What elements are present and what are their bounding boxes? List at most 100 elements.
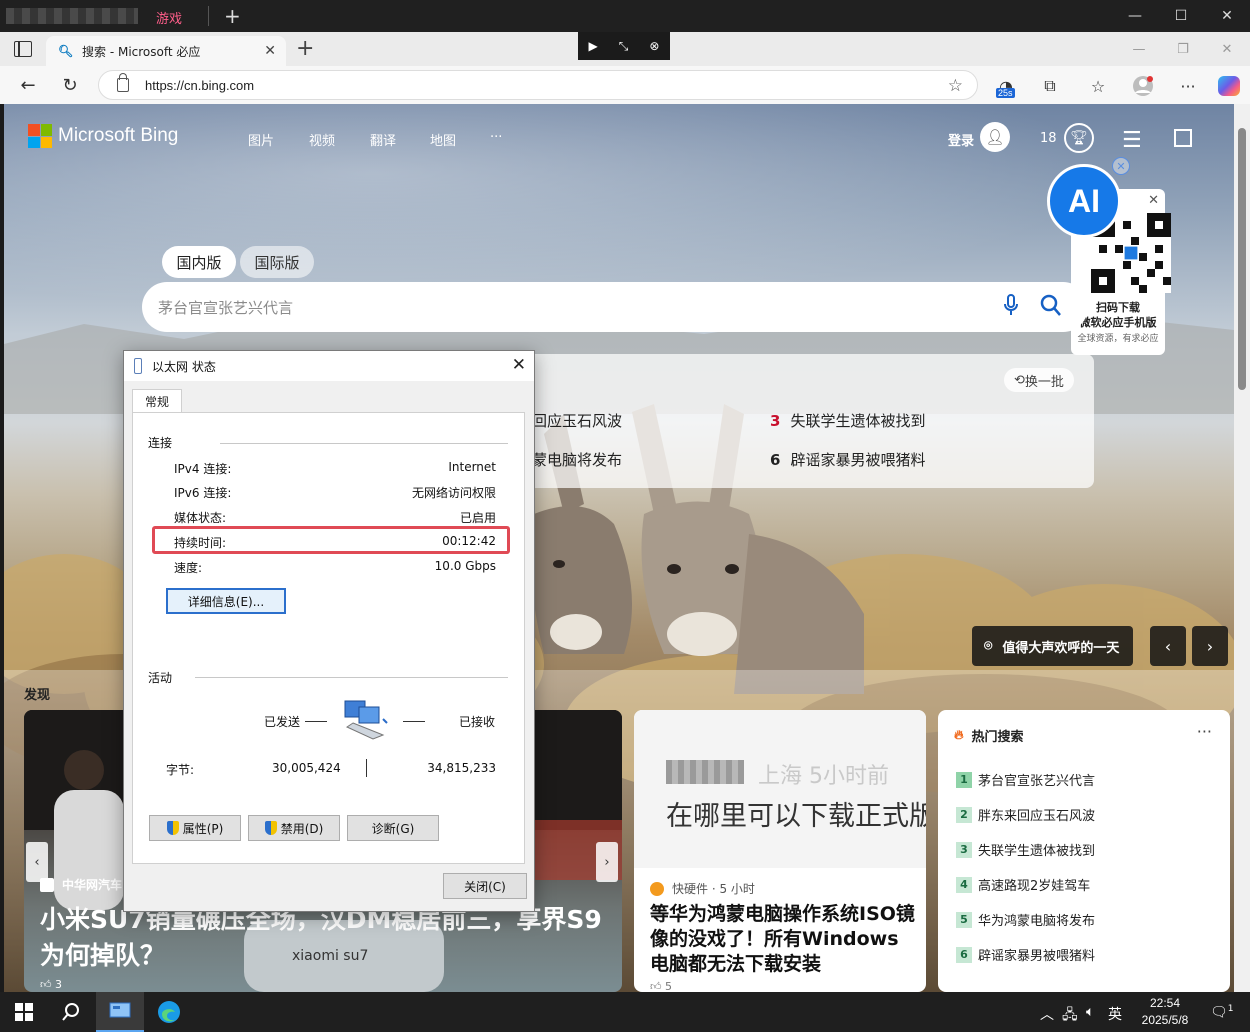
nav-more[interactable]: ···	[490, 130, 502, 145]
microphone-icon[interactable]	[1004, 294, 1018, 316]
copilot-icon[interactable]	[1218, 76, 1240, 96]
disable-button[interactable]: 禁用(D)	[248, 815, 340, 841]
close-card-icon[interactable]: ✕	[1148, 193, 1159, 208]
uac-shield-icon	[264, 821, 277, 835]
restore-icon[interactable]: ⤡	[619, 39, 629, 54]
new-tab-button[interactable]: +	[296, 36, 314, 61]
previous-image-button[interactable]: ‹	[1150, 626, 1186, 666]
network-settings-taskbar-icon[interactable]	[96, 992, 144, 1032]
close-circle-icon[interactable]: ⊗	[649, 39, 659, 53]
refresh-icon[interactable]: ↻	[56, 72, 84, 98]
network-tray-icon[interactable]: 🖧︎	[1062, 1004, 1078, 1028]
hot-search-item[interactable]: 6 辟谣家暴男被喂猪料	[956, 945, 1095, 964]
tab-general[interactable]: 常规	[132, 389, 182, 413]
rewards-count[interactable]: 18	[1040, 131, 1057, 146]
tab-title: 搜索 - Microsoft 必应	[82, 44, 201, 59]
ethernet-status-dialog: 以太网 状态 ✕ 常规 连接 IPv4 连接: Internet IPv6 连接…	[123, 350, 535, 912]
nav-translate[interactable]: 翻译	[370, 130, 396, 149]
remote-control-bar: ▶ ⤡ ⊗	[578, 32, 670, 60]
game-tab[interactable]: 游戏	[156, 8, 182, 27]
hamburger-menu-icon[interactable]: ☰	[1122, 128, 1142, 153]
close-window-button[interactable]: ✕	[1204, 0, 1250, 32]
nav-maps[interactable]: 地图	[430, 130, 456, 149]
qr-line3: 全球资源，有求必应	[1077, 334, 1159, 344]
hot-search-item[interactable]: 3 失联学生遗体被找到	[956, 840, 1095, 859]
show-hidden-icons-chevron-icon[interactable]: ︿	[1040, 1004, 1054, 1024]
received-label: 已接收	[459, 715, 496, 729]
close-button[interactable]: 关闭(C)	[443, 873, 527, 899]
details-button[interactable]: 详细信息(E)...	[166, 588, 286, 614]
user-avatar-icon[interactable]: 👤︎	[980, 122, 1010, 152]
bing-search-favicon-icon: 🔍︎	[58, 44, 74, 58]
rewards-trophy-icon[interactable]: 🏆︎	[1064, 123, 1094, 153]
back-arrow-icon[interactable]: ←	[14, 72, 42, 98]
system-clock[interactable]: 22:54 2025/5/8	[1134, 995, 1196, 1029]
tab-bing-search[interactable]: 🔍︎ 搜索 - Microsoft 必应 ✕	[46, 36, 286, 66]
diagnose-button[interactable]: 诊断(G)	[347, 815, 439, 841]
lock-icon[interactable]	[117, 73, 129, 92]
input-method-indicator[interactable]: 英	[1108, 1004, 1122, 1024]
browser-minimize-button[interactable]: —	[1116, 32, 1162, 66]
dialog-titlebar[interactable]: 以太网 状态 ✕	[124, 351, 534, 381]
image-caption[interactable]: ⌾ 值得大声欢呼的一天	[972, 626, 1134, 666]
pin-icon[interactable]: ▶	[589, 39, 598, 53]
notifications-icon[interactable]: 🗨︎1	[1210, 1004, 1234, 1021]
bing-logo[interactable]: Microsoft Bing	[28, 124, 178, 148]
address-bar[interactable]: https://cn.bing.com ☆	[98, 70, 978, 100]
activity-group-label: 活动	[148, 671, 173, 685]
nav-images[interactable]: 图片	[248, 130, 274, 149]
tab-domestic[interactable]: 国内版	[162, 246, 236, 278]
refresh-trending-button[interactable]: ⟲ 换一批	[1004, 368, 1074, 392]
volume-muted-icon[interactable]: 🔈︎	[1086, 1004, 1094, 1020]
source-logo-icon	[40, 877, 54, 892]
favorites-icon[interactable]: ☆	[1084, 73, 1112, 99]
properties-button[interactable]: 属性(P)	[149, 815, 241, 841]
hot-search-item[interactable]: 5 华为鸿蒙电脑将发布	[956, 910, 1095, 929]
news-card-mid[interactable]: 上海 5小时前 在哪里可以下载正式版 快硬件 · 5 小时 等华为鸿蒙电脑操作系…	[634, 710, 926, 992]
browser-close-button[interactable]: ✕	[1204, 32, 1250, 66]
search-input[interactable]: 茅台官宣张艺兴代言	[158, 297, 293, 318]
page-scrollbar[interactable]	[1234, 104, 1250, 992]
close-tab-icon[interactable]: ✕	[264, 43, 276, 59]
trending-item[interactable]: 蒙电脑将发布	[532, 449, 622, 470]
profile-avatar-icon[interactable]	[1129, 73, 1157, 99]
maximize-button[interactable]: ☐	[1158, 0, 1204, 32]
signin-link[interactable]: 登录	[948, 130, 974, 149]
extensions-puzzle-icon[interactable]: ⧉	[1036, 73, 1064, 99]
hot-search-item[interactable]: 4 高速路现2岁娃驾车	[956, 875, 1090, 894]
search-icon[interactable]	[1040, 293, 1062, 319]
scrollbar-thumb[interactable]	[1238, 128, 1246, 390]
like-count[interactable]: 👍︎ 5	[650, 980, 672, 992]
blurred-window-tab[interactable]	[6, 8, 138, 24]
new-window-tab-button[interactable]: +	[224, 4, 241, 28]
dialog-close-icon[interactable]: ✕	[512, 355, 526, 375]
trending-item[interactable]: 回应玉石风波	[532, 410, 622, 431]
speed-label: 速度:	[174, 561, 203, 575]
minimize-button[interactable]: —	[1112, 0, 1158, 32]
close-ai-icon[interactable]: ✕	[1112, 157, 1130, 175]
qr-code-icon[interactable]	[1174, 129, 1192, 147]
like-count[interactable]: 👍︎ 3	[40, 978, 62, 991]
search-icon[interactable]	[48, 992, 94, 1032]
thumbnail-text: 在哪里可以下载正式版	[666, 801, 926, 832]
ai-badge[interactable]: AI	[1047, 164, 1121, 238]
more-options-icon[interactable]: ···	[1174, 73, 1202, 99]
start-button[interactable]	[0, 992, 48, 1032]
hot-search-item[interactable]: 2 胖东来回应玉石风波	[956, 805, 1095, 824]
search-box[interactable]: 茅台官宣张艺兴代言	[142, 282, 1088, 332]
favorite-star-icon[interactable]: ☆	[948, 76, 963, 96]
next-image-button[interactable]: ›	[1192, 626, 1228, 666]
hot-search-item[interactable]: 1 茅台官宣张艺兴代言	[956, 770, 1095, 789]
news-headline[interactable]: 等华为鸿蒙电脑操作系统ISO镜像的没戏了！所有Windows电脑都无法下载安装	[650, 902, 916, 977]
card-next-arrow[interactable]: ›	[596, 842, 618, 882]
edge-browser-icon[interactable]	[146, 992, 192, 1032]
more-options-icon[interactable]: ···	[1197, 722, 1212, 741]
browser-restore-button[interactable]: ❐	[1160, 32, 1206, 66]
tab-actions-icon[interactable]	[14, 41, 32, 57]
news-headline[interactable]: 小米SU7销量碾压全场，汉DM稳居前三，享界S9为何掉队？	[40, 902, 610, 974]
tab-international[interactable]: 国际版	[240, 246, 314, 278]
ipv6-label: IPv6 连接:	[174, 486, 232, 500]
trending-item[interactable]: 3 失联学生遗体被找到	[770, 410, 925, 431]
trending-item[interactable]: 6 辟谣家暴男被喂猪料	[770, 449, 925, 470]
nav-videos[interactable]: 视频	[309, 130, 335, 149]
